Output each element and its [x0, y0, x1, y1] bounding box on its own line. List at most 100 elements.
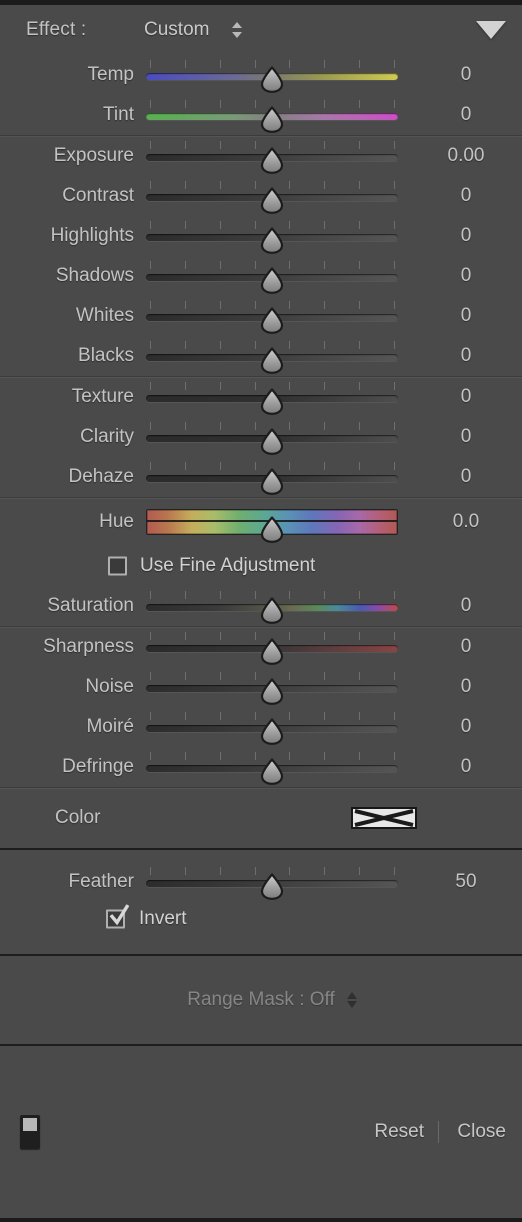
slider-track[interactable] [146, 435, 398, 442]
slider-row-texture: Texture 0 [0, 377, 522, 417]
mask-toggle-icon[interactable] [20, 1115, 40, 1149]
slider-ticks [146, 301, 398, 310]
slider-blacks[interactable] [146, 341, 398, 374]
slider-noise[interactable] [146, 672, 398, 705]
fine-adjustment-row[interactable]: Use Fine Adjustment [0, 546, 522, 586]
slider-contrast[interactable] [146, 181, 398, 214]
range-mask-label[interactable]: Range Mask : Off [187, 989, 335, 1011]
slider-row-saturation: Saturation 0 [0, 586, 522, 626]
range-mask-row[interactable]: Range Mask : Off [0, 956, 522, 1044]
slider-track[interactable] [146, 274, 398, 281]
slider-track[interactable] [146, 113, 398, 120]
slider-value-defringe[interactable]: 0 [432, 756, 500, 778]
slider-highlights[interactable] [146, 221, 398, 254]
slider-value-texture[interactable]: 0 [432, 386, 500, 408]
slider-value-saturation[interactable]: 0 [432, 595, 500, 617]
range-mask-chevron-updown-icon[interactable] [347, 991, 359, 1009]
slider-whites[interactable] [146, 301, 398, 334]
check-icon [109, 904, 129, 926]
presence-group: Texture 0 Clarity 0 Dehaze 0 [0, 377, 522, 497]
slider-ticks [146, 752, 398, 761]
slider-value-whites[interactable]: 0 [432, 305, 500, 327]
slider-ticks [146, 382, 398, 391]
slider-row-blacks: Blacks 0 [0, 336, 522, 376]
effect-label: Effect : [26, 19, 87, 40]
slider-value-moir[interactable]: 0 [432, 716, 500, 738]
slider-tint[interactable] [146, 100, 398, 133]
slider-texture[interactable] [146, 382, 398, 415]
slider-label-defringe: Defringe [62, 756, 134, 777]
panel-footer: Reset Close [0, 1046, 522, 1218]
invert-row[interactable]: Invert [0, 902, 522, 936]
slider-shadows[interactable] [146, 261, 398, 294]
slider-track[interactable] [146, 73, 398, 80]
slider-value-clarity[interactable]: 0 [432, 426, 500, 448]
slider-value-feather[interactable]: 50 [432, 871, 500, 893]
color-swatch-none[interactable] [351, 807, 417, 829]
slider-value-noise[interactable]: 0 [432, 676, 500, 698]
slider-value-temp[interactable]: 0 [432, 64, 500, 86]
slider-ticks [146, 712, 398, 721]
slider-row-moir: Moiré 0 [0, 707, 522, 747]
panel-disclosure-triangle-icon[interactable] [476, 21, 506, 39]
slider-label-saturation: Saturation [47, 595, 134, 616]
slider-track[interactable] [146, 395, 398, 402]
slider-saturation[interactable] [146, 591, 398, 624]
slider-row-feather: Feather 50 [0, 862, 522, 902]
slider-value-highlights[interactable]: 0 [432, 225, 500, 247]
slider-ticks [146, 181, 398, 190]
slider-dehaze[interactable] [146, 462, 398, 495]
slider-clarity[interactable] [146, 422, 398, 455]
slider-track[interactable] [146, 880, 398, 887]
effect-preset-value[interactable]: Custom [144, 19, 209, 41]
footer-separator [438, 1121, 439, 1143]
effect-preset-chevron-updown-icon[interactable] [232, 21, 244, 39]
slider-label-noise: Noise [85, 676, 134, 697]
slider-track[interactable] [146, 314, 398, 321]
slider-value-contrast[interactable]: 0 [432, 185, 500, 207]
slider-sharpness[interactable] [146, 632, 398, 665]
slider-ticks [146, 422, 398, 431]
slider-moir[interactable] [146, 712, 398, 745]
slider-temp[interactable] [146, 60, 398, 93]
slider-ticks [146, 221, 398, 230]
slider-ticks [146, 462, 398, 471]
slider-ticks [146, 341, 398, 350]
slider-label-hue: Hue [99, 511, 134, 532]
slider-ticks [146, 100, 398, 109]
slider-defringe[interactable] [146, 752, 398, 785]
swatch-x-icon [354, 809, 414, 827]
slider-track[interactable] [146, 604, 398, 611]
slider-value-blacks[interactable]: 0 [432, 345, 500, 367]
slider-value-shadows[interactable]: 0 [432, 265, 500, 287]
slider-label-clarity: Clarity [80, 426, 134, 447]
feather-slider[interactable] [146, 867, 398, 900]
slider-value-sharpness[interactable]: 0 [432, 636, 500, 658]
reset-button[interactable]: Reset [374, 1121, 424, 1143]
slider-track[interactable] [146, 725, 398, 732]
slider-label-texture: Texture [71, 386, 134, 407]
slider-value-tint[interactable]: 0 [432, 104, 500, 126]
slider-ticks [146, 672, 398, 681]
checkbox-invert[interactable] [106, 904, 129, 929]
slider-exposure[interactable] [146, 141, 398, 174]
slider-track[interactable] [146, 685, 398, 692]
slider-track[interactable] [146, 475, 398, 482]
slider-ticks [146, 867, 398, 876]
slider-track[interactable] [146, 234, 398, 241]
slider-value-hue[interactable]: 0.0 [432, 511, 500, 533]
slider-value-dehaze[interactable]: 0 [432, 466, 500, 488]
checkbox-use-fine-adjustment[interactable] [108, 556, 127, 576]
slider-track[interactable] [146, 154, 398, 161]
slider-label-shadows: Shadows [55, 265, 134, 286]
close-button[interactable]: Close [457, 1121, 506, 1143]
slider-value-exposure[interactable]: 0.00 [432, 145, 500, 167]
slider-track[interactable] [146, 765, 398, 772]
slider-track[interactable] [146, 645, 398, 652]
slider-label-dehaze: Dehaze [68, 466, 135, 487]
effect-header-row: Effect : Custom [0, 5, 522, 55]
slider-track[interactable] [146, 354, 398, 361]
hue-slider[interactable] [146, 506, 398, 543]
slider-track[interactable] [146, 194, 398, 201]
hue-gradient-band [146, 509, 398, 535]
